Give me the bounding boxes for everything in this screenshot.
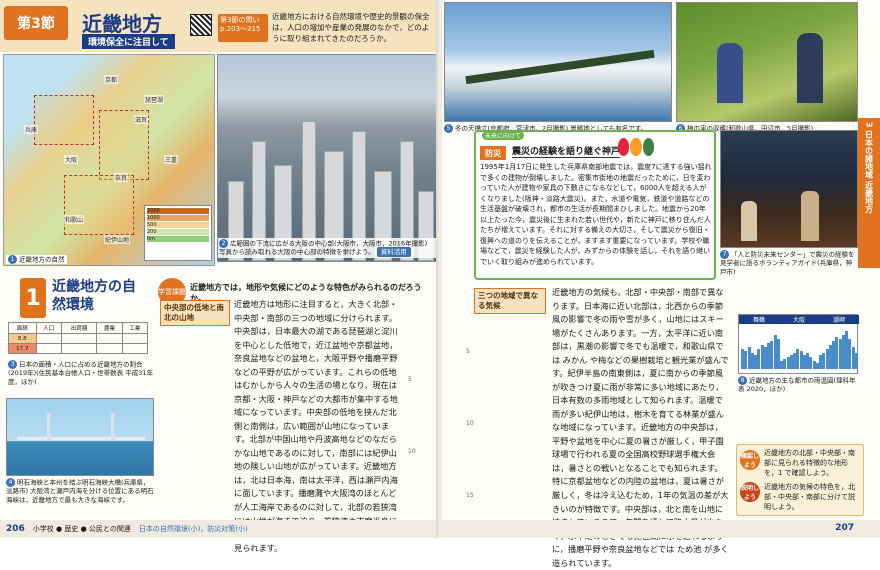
line-number: 5 — [408, 376, 412, 383]
line-number: 10 — [408, 448, 416, 455]
section-badge: 第3節 — [4, 6, 68, 40]
table-cell — [35, 343, 62, 354]
climate-chart-caption: 8 近畿地方の主な都市の雨温図(理科年表 2020，ほか) — [738, 376, 858, 394]
stats-table: 面積 人口 出荷額 農業 工業 8.8 17.7 — [8, 322, 149, 354]
section1-paragraph: 近畿地方は地形に注目すると，大きく北部・中央部・南部の三つの地域に分けられます。… — [234, 299, 398, 553]
section-header: 第3節 近畿地方 環境保全に注目して 第3節の問い p.203〜215 近畿地方… — [0, 0, 438, 52]
explain-badge: 説明しよう — [740, 482, 760, 502]
map-label: 三重 — [164, 155, 179, 164]
caption-text: 明石海峡と本州を結ぶ明石海峡大橋(兵庫県，淡路市) 大阪湾と瀬戸内海を分ける位置… — [6, 478, 154, 505]
city-label: 大阪 — [779, 315, 819, 324]
amanohashidate-photo — [444, 2, 672, 122]
body-text: 近畿地方は地形に注目すると，大きく北部・中央部・南部の三つの地域に分けられます。… — [162, 298, 402, 555]
city-label: 舞鶴 — [739, 315, 779, 324]
map-label: 和歌山 — [64, 215, 85, 224]
section-title: 近畿地方の自然環境 — [52, 279, 136, 314]
map-caption: 1 近畿地方の自然 — [6, 255, 67, 265]
legend-item: 2000 — [147, 208, 209, 214]
confirm-badge: 確認しよう — [740, 450, 760, 470]
confirm-text: 近畿地方の北部・中央部・南部に見られる特徴的な地形を，1 で確認しよう。 — [764, 449, 855, 478]
bridge-deck — [17, 437, 145, 440]
stats-caption: 3 日本の面積・人口に占める近畿地方の割合(2019年)(住民基本台帳人口・世帯数… — [8, 360, 156, 387]
caption-number: 5 — [444, 124, 453, 133]
caption-text: 近畿地方の自然 — [19, 255, 65, 264]
caption-text: 近畿地方の主な都市の雨温図(理科年表 2020，ほか) — [738, 376, 856, 394]
table-cell — [60, 343, 98, 354]
page-number: 207 — [835, 523, 854, 533]
explain-text: 近畿地方の気候の特色を，北部・中央部・南部に分けて説明しよう。 — [764, 483, 855, 512]
climate-bar — [854, 353, 858, 369]
left-footer: 206 小学校 ● 歴史 ● 公民との関連 日本の自然環境(小)，防災対策(小) — [0, 520, 438, 538]
map-label: 奈良 — [114, 173, 129, 182]
osaka-city-photo — [217, 54, 437, 262]
section-number: 1 — [20, 278, 46, 318]
kinki-relief-map: 京都 滋賀 大阪 奈良 兵庫 和歌山 三重 琵琶湖 紀伊山地 2000 1000… — [3, 54, 215, 266]
caption-number: 2 — [219, 239, 228, 248]
caption-number: 1 — [8, 255, 17, 264]
page-title: 近畿地方 — [82, 12, 162, 36]
map-legend: 2000 1000 500 200 0m — [144, 205, 212, 261]
map-label: 滋賀 — [134, 115, 149, 124]
sdg-icons — [618, 138, 654, 156]
legend-item: 200 — [147, 229, 209, 235]
farmer-figure — [717, 43, 743, 103]
related-subjects[interactable]: 小学校 ● 歴史 ● 公民との関連 — [33, 524, 131, 534]
table-cell — [96, 343, 123, 354]
page-subtitle: 環境保全に注目して — [82, 34, 175, 49]
right-footer: 207 — [442, 520, 880, 538]
map-label: 紀伊山地 — [104, 235, 131, 244]
legend-item: 0m — [147, 236, 209, 242]
ume-harvest-photo — [676, 2, 858, 122]
table-header: 工業 — [121, 322, 149, 334]
caption-number: 7 — [720, 250, 729, 259]
disaster-column-text: 1995年1月17日に発生した兵庫県南部地震では，震度7に達する強い揺れで多くの… — [480, 163, 712, 266]
table-cell: 17.7 — [8, 343, 37, 354]
legend-item: 500 — [147, 222, 209, 228]
climate-chart: 舞鶴 大阪 潮岬 — [738, 314, 859, 374]
table-header: 農業 — [96, 322, 123, 334]
caption-number: 8 — [738, 376, 747, 385]
map-label: 京都 — [104, 75, 119, 84]
table-cell — [121, 333, 149, 344]
qr-code-icon[interactable] — [190, 14, 212, 36]
disaster-column-title: 震災の経験を語り継ぐ神戸 — [512, 144, 621, 158]
future-label: 未来に向けて — [482, 131, 525, 140]
table-header: 出荷額 — [60, 322, 98, 334]
caption-number: 4 — [6, 478, 15, 487]
table-header: 面積 — [8, 322, 37, 334]
table-cell — [35, 333, 62, 344]
disaster-tag: 防災 — [480, 146, 506, 160]
line-number: 5 — [466, 348, 470, 355]
chapter-side-tab[interactable]: 3 日本の諸地域 近畿地方 — [858, 118, 880, 268]
farmer-figure — [797, 33, 823, 103]
caption-text: 「人と防災未来センター」で震災の経験を見学者に語るボランティアガイド(兵庫県，神… — [720, 250, 855, 277]
akashi-bridge-photo — [6, 398, 154, 476]
page-number: 206 — [6, 524, 25, 534]
map-label: 琵琶湖 — [144, 95, 165, 104]
table-cell — [121, 343, 149, 354]
city-label: 潮岬 — [819, 315, 859, 324]
table-cell — [96, 333, 123, 344]
city-photo-caption: 2 広範囲の下流に広がる大阪の中心部(大阪市，大阪市，2016年撮影) 写真から読… — [218, 238, 436, 259]
table-header: 人口 — [35, 322, 62, 334]
related-topics: 日本の自然環境(小)，防災対策(小) — [138, 525, 248, 533]
sandbar — [465, 49, 655, 85]
museum-caption: 7 「人と防災未来センター」で震災の経験を見学者に語るボランティアガイド(兵庫県，… — [720, 250, 858, 277]
data-use-badge: 資料活用 — [376, 247, 411, 258]
table-cell: 8.8 — [8, 333, 37, 344]
section-question-text: 近畿地方における自然環境や歴史的景観の保全は，人口の増加や産業の発展のなかで，ど… — [272, 12, 430, 43]
line-number: 15 — [466, 492, 474, 499]
museum-photo — [720, 130, 858, 248]
line-number: 10 — [466, 420, 474, 427]
caption-text: 日本の面積・人口に占める近畿地方の割合(2019年)(住民基本台帳人口・世帯数表… — [8, 360, 153, 387]
table-cell — [60, 333, 98, 344]
map-label: 大阪 — [64, 155, 79, 164]
left-page: 第3節 近畿地方 環境保全に注目して 第3節の問い p.203〜215 近畿地方… — [0, 0, 438, 553]
section-question-label: 第3節の問い p.203〜215 — [218, 14, 268, 42]
bridge-caption: 4 明石海峡と本州を結ぶ明石海峡大橋(兵庫県，淡路市) 大阪湾と瀬戸内海を分ける位… — [6, 478, 156, 505]
map-label: 兵庫 — [24, 125, 39, 134]
legend-item: 1000 — [147, 215, 209, 221]
caption-number: 3 — [8, 360, 17, 369]
